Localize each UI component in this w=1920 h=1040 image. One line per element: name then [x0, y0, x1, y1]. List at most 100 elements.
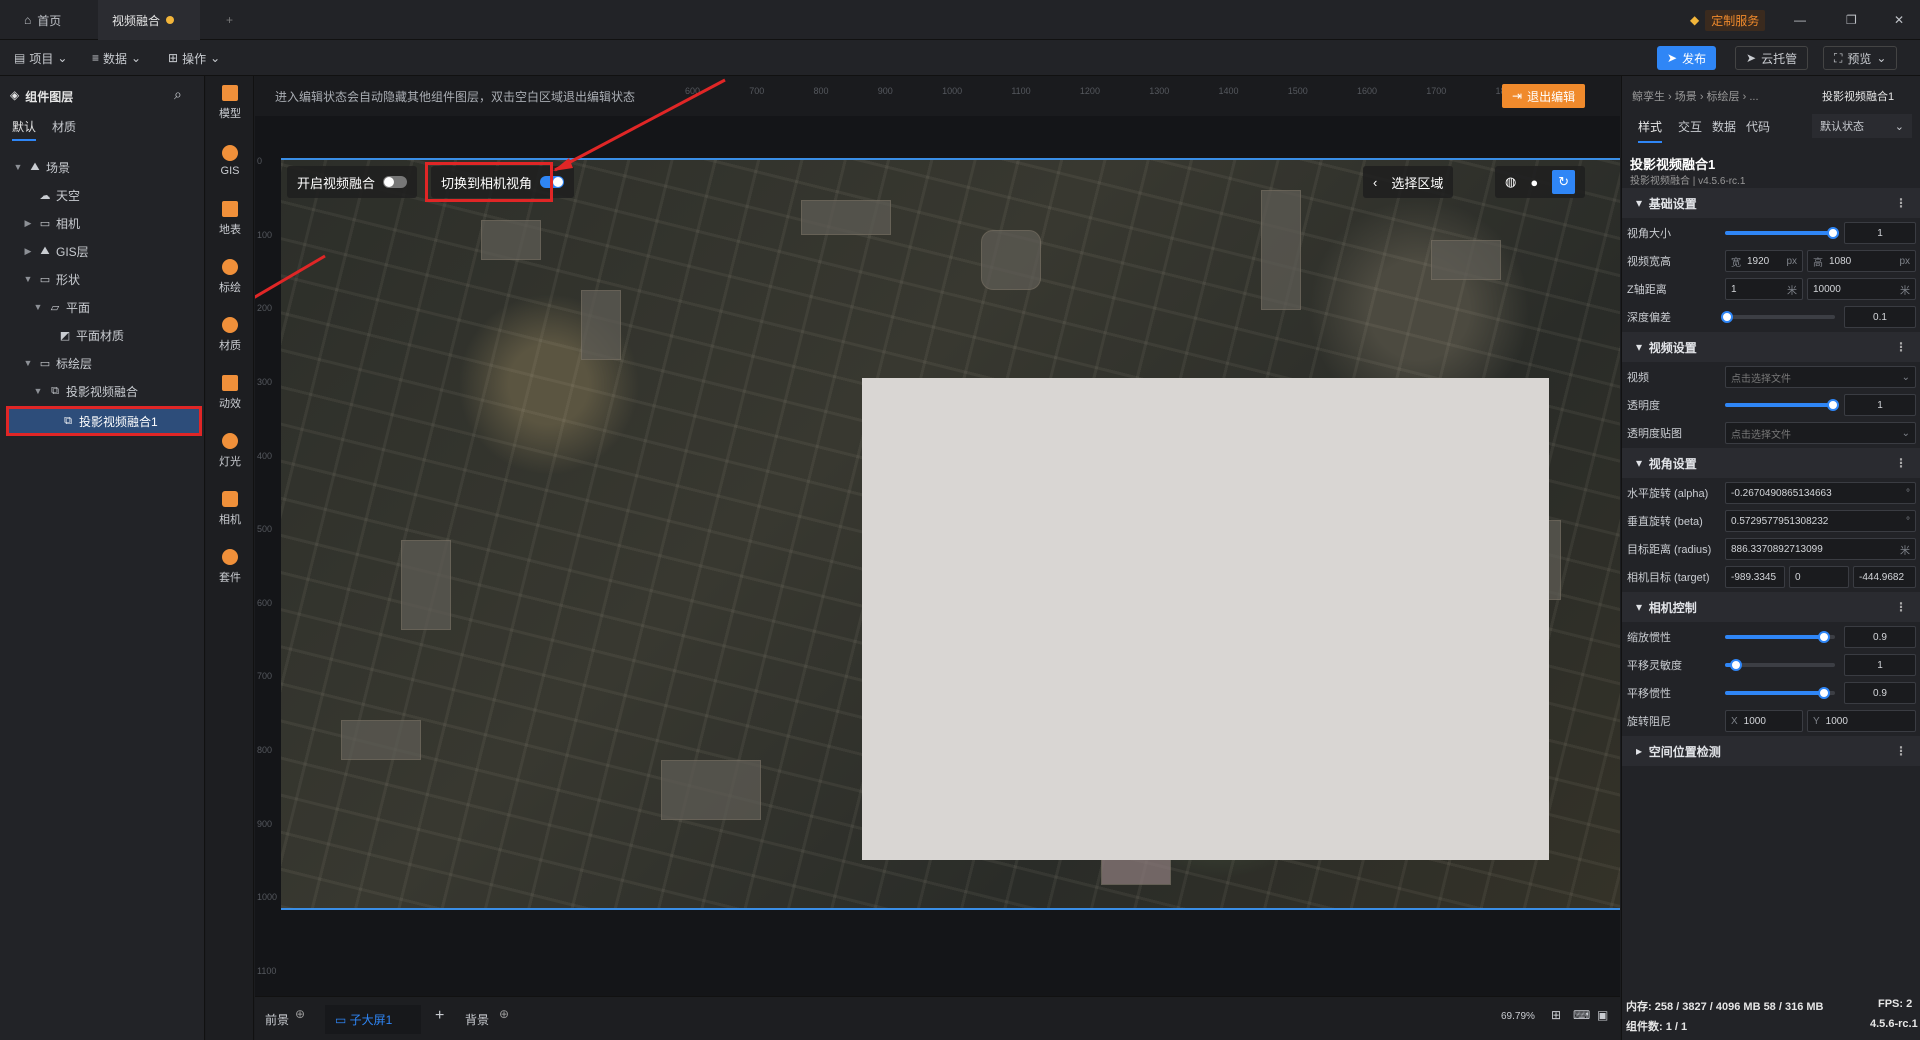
publish-button[interactable]: ➤ 发布: [1657, 46, 1717, 70]
alpha-input[interactable]: -0.2670490865134663 °: [1725, 482, 1916, 504]
tree-item-plane-material[interactable]: ◩ 平面材质: [0, 322, 205, 348]
minimize-icon[interactable]: —: [1780, 0, 1820, 40]
tree-item-plane[interactable]: ▼ ▱ 平面: [0, 294, 205, 320]
layer-panel-title: 组件图层: [25, 90, 74, 104]
tool-gis[interactable]: GIS: [206, 134, 254, 188]
zoom-level[interactable]: 69.79%: [1501, 1011, 1535, 1022]
tab-home[interactable]: ⌂ 首页: [10, 0, 75, 40]
opacity-slider[interactable]: [1725, 399, 1839, 411]
tab-code[interactable]: 代码: [1746, 118, 1770, 135]
z-far-input[interactable]: 10000 米: [1807, 278, 1916, 300]
more-icon[interactable]: ⋮: [1895, 340, 1907, 354]
opacity-map-select[interactable]: 点击选择文件 ⌄: [1725, 422, 1916, 444]
tool-label: 灯光: [219, 456, 241, 468]
tree-item-sky[interactable]: ☁ 天空: [0, 182, 205, 208]
add-circle-icon[interactable]: ⊕: [295, 1007, 305, 1021]
preview-button[interactable]: ⛶ 预览 ⌄: [1823, 46, 1898, 70]
more-icon[interactable]: ⋮: [1895, 196, 1907, 210]
tool-material[interactable]: 材质: [206, 308, 254, 362]
view-size-slider[interactable]: [1725, 227, 1839, 239]
more-icon[interactable]: ⋮: [1895, 600, 1907, 614]
target-y-input[interactable]: 0: [1789, 566, 1849, 588]
tool-model[interactable]: 模型: [206, 76, 254, 130]
target-z-input[interactable]: -444.9682: [1853, 566, 1916, 588]
tab-interaction[interactable]: 交互: [1678, 118, 1702, 135]
restore-icon[interactable]: ❐: [1832, 0, 1871, 40]
beta-input[interactable]: 0.5729577951308232 °: [1725, 510, 1916, 532]
state-select[interactable]: 默认状态 ⌄: [1812, 114, 1912, 138]
tree-item-projection-group[interactable]: ▼ ⧉ 投影视频融合: [0, 378, 205, 404]
section-title: 视角设置: [1648, 456, 1697, 471]
depth-slider[interactable]: [1721, 311, 1835, 323]
height-input[interactable]: 高 1080 px: [1807, 250, 1916, 272]
section-space-detection[interactable]: ▸ 空间位置检测 ⋮: [1622, 736, 1920, 766]
damping-y-input[interactable]: Y 1000: [1807, 710, 1916, 732]
tab-video-fusion[interactable]: 视频融合: [98, 0, 200, 40]
keyboard-icon[interactable]: ⌨: [1573, 1008, 1590, 1022]
cloud-host-button[interactable]: ➤ 云托管: [1735, 46, 1809, 70]
pan-sensitivity-slider[interactable]: [1725, 659, 1835, 671]
tool-effect[interactable]: 动效: [206, 366, 254, 420]
zoom-inertia-input[interactable]: 0.9: [1844, 626, 1916, 648]
alpha-unit: °: [1906, 487, 1910, 499]
caret-down-icon: ▾: [1636, 600, 1649, 614]
beta-value: 0.5729577951308232: [1731, 515, 1829, 527]
subscreen-tab[interactable]: ▭ 子大屏1: [325, 1005, 421, 1034]
width-input[interactable]: 宽 1920 px: [1725, 250, 1803, 272]
view-size-input[interactable]: 1: [1844, 222, 1916, 244]
tree-item-plot-layer[interactable]: ▼ ▭ 标绘层: [0, 350, 205, 376]
tab-material[interactable]: 材质: [52, 118, 76, 135]
pan-sensitivity-input[interactable]: 1: [1844, 654, 1916, 676]
depth-input[interactable]: 0.1: [1844, 306, 1916, 328]
tree-item-shape[interactable]: ▼ ▭ 形状: [0, 266, 205, 292]
pan-inertia-input[interactable]: 0.9: [1844, 682, 1916, 704]
add-screen-button[interactable]: +: [435, 1007, 444, 1025]
row-label: 平移惯性: [1627, 688, 1671, 700]
search-icon[interactable]: ⌕: [174, 86, 182, 103]
tree-item-camera[interactable]: ▶ ▭ 相机: [0, 210, 205, 236]
breadcrumb[interactable]: 鲸孪生 › 场景 › 标绘层 › ...: [1632, 88, 1759, 104]
file-icon: ▤: [14, 51, 26, 65]
menu-operate[interactable]: ⊞ 操作 ⌄: [168, 48, 220, 68]
close-icon[interactable]: ✕: [1880, 0, 1918, 40]
tool-plot[interactable]: 标绘: [206, 250, 254, 304]
section-angle[interactable]: ▾ 视角设置 ⋮: [1622, 448, 1920, 478]
tool-kit[interactable]: 套件: [206, 540, 254, 594]
tool-light[interactable]: 灯光: [206, 424, 254, 478]
tool-terrain[interactable]: 地表: [206, 192, 254, 246]
tree-item-gis[interactable]: ▶ ⛰ GIS层: [0, 238, 205, 264]
custom-service-button[interactable]: ◆ 定制服务: [1676, 0, 1779, 40]
radius-input[interactable]: 886.3370892713099 米: [1725, 538, 1916, 560]
new-tab-button[interactable]: +: [212, 0, 247, 40]
tree-item-projection-selected[interactable]: ⧉ 投影视频融合1: [6, 406, 202, 436]
section-camera-control[interactable]: ▾ 相机控制 ⋮: [1622, 592, 1920, 622]
tool-camera[interactable]: 相机: [206, 482, 254, 536]
foreground-tab[interactable]: 前景: [265, 1011, 289, 1028]
more-icon[interactable]: ⋮: [1895, 744, 1907, 758]
database-icon: ≡: [92, 51, 100, 65]
damping-x-input[interactable]: X 1000: [1725, 710, 1803, 732]
section-basic[interactable]: ▾ 基础设置 ⋮: [1622, 188, 1920, 218]
radius-value: 886.3370892713099: [1731, 543, 1823, 555]
fit-screen-icon[interactable]: ⊞: [1551, 1008, 1561, 1022]
add-circle-icon[interactable]: ⊕: [499, 1007, 509, 1021]
section-video[interactable]: ▾ 视频设置 ⋮: [1622, 332, 1920, 362]
menu-project[interactable]: ▤ 项目 ⌄: [14, 48, 67, 68]
opacity-input[interactable]: 1: [1844, 394, 1916, 416]
pan-inertia-slider[interactable]: [1725, 687, 1835, 699]
terminal-icon[interactable]: ▣: [1597, 1008, 1608, 1022]
tab-style[interactable]: 样式: [1638, 118, 1663, 143]
sky-icon: ☁: [39, 189, 51, 202]
more-icon[interactable]: ⋮: [1895, 456, 1907, 470]
target-x-input[interactable]: -989.3345: [1725, 566, 1785, 588]
video-file-select[interactable]: 点击选择文件 ⌄: [1725, 366, 1916, 388]
editor-canvas[interactable]: 进入编辑状态会自动隐藏其他组件图层，双击空白区域退出编辑状态 600 700 800…: [255, 76, 1620, 996]
tab-default[interactable]: 默认: [12, 118, 37, 141]
tab-data[interactable]: 数据: [1712, 118, 1736, 135]
background-tab[interactable]: 背景: [465, 1011, 489, 1028]
tree-item-scene[interactable]: ▼ ⛰ 场景: [0, 154, 205, 180]
zoom-inertia-slider[interactable]: [1725, 631, 1835, 643]
arrow-head: [553, 158, 573, 171]
menu-data[interactable]: ≡ 数据 ⌄: [92, 48, 141, 68]
z-near-input[interactable]: 1米: [1725, 278, 1803, 300]
